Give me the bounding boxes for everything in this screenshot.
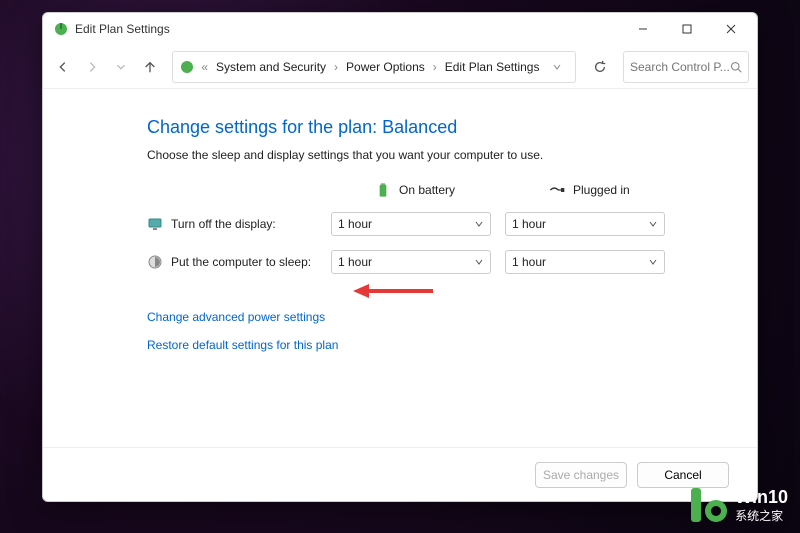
chevron-down-icon (474, 219, 484, 229)
dropdown-value: 1 hour (512, 217, 546, 231)
breadcrumb-item[interactable]: System and Security (212, 58, 330, 76)
plug-icon (549, 182, 565, 198)
chevron-right-icon: › (431, 60, 439, 74)
window-title: Edit Plan Settings (75, 22, 621, 36)
settings-grid: On battery Plugged in Turn off the displ… (147, 182, 737, 274)
breadcrumb-item[interactable]: Edit Plan Settings (441, 58, 544, 76)
search-box[interactable] (623, 51, 749, 83)
search-icon (730, 61, 742, 73)
sleep-plugged-dropdown[interactable]: 1 hour (505, 250, 665, 274)
page-heading: Change settings for the plan: Balanced (147, 117, 737, 138)
advanced-settings-link[interactable]: Change advanced power settings (147, 310, 737, 324)
chevron-down-icon (474, 257, 484, 267)
toolbar: « System and Security › Power Options › … (43, 45, 757, 89)
watermark: Win10 系统之家 (691, 487, 788, 523)
nav-forward-button[interactable] (80, 52, 105, 82)
close-button[interactable] (709, 15, 753, 43)
row-display-label: Turn off the display: (147, 216, 317, 232)
titlebar: Edit Plan Settings (43, 13, 757, 45)
breadcrumb-back-icon: « (199, 60, 210, 74)
row-sleep-label: Put the computer to sleep: (147, 254, 317, 270)
sleep-battery-dropdown[interactable]: 1 hour (331, 250, 491, 274)
maximize-button[interactable] (665, 15, 709, 43)
page-subtext: Choose the sleep and display settings th… (147, 148, 737, 162)
control-panel-window: Edit Plan Settings « System and Security… (42, 12, 758, 502)
footer: Save changes Cancel (43, 447, 757, 501)
battery-icon (375, 182, 391, 198)
row-label-text: Turn off the display: (171, 217, 276, 231)
content-area: Change settings for the plan: Balanced C… (43, 89, 757, 447)
row-label-text: Put the computer to sleep: (171, 255, 311, 269)
links-area: Change advanced power settings Restore d… (147, 310, 737, 352)
column-label: Plugged in (573, 183, 630, 197)
column-header-battery: On battery (331, 182, 491, 198)
address-bar[interactable]: « System and Security › Power Options › … (172, 51, 576, 83)
watermark-logo (691, 488, 727, 522)
cancel-button[interactable]: Cancel (637, 462, 729, 488)
dropdown-value: 1 hour (338, 255, 372, 269)
refresh-button[interactable] (586, 51, 612, 83)
app-icon (53, 21, 69, 37)
save-button[interactable]: Save changes (535, 462, 627, 488)
search-input[interactable] (630, 60, 730, 74)
chevron-right-icon: › (332, 60, 340, 74)
display-battery-dropdown[interactable]: 1 hour (331, 212, 491, 236)
annotation-arrow (353, 281, 433, 304)
breadcrumb-item[interactable]: Power Options (342, 58, 429, 76)
address-dropdown-button[interactable] (545, 52, 569, 82)
nav-up-button[interactable] (137, 52, 162, 82)
display-icon (147, 216, 163, 232)
sleep-icon (147, 254, 163, 270)
column-label: On battery (399, 183, 455, 197)
power-options-icon (179, 59, 195, 75)
dropdown-value: 1 hour (338, 217, 372, 231)
display-plugged-dropdown[interactable]: 1 hour (505, 212, 665, 236)
restore-defaults-link[interactable]: Restore default settings for this plan (147, 338, 737, 352)
watermark-text: Win10 系统之家 (735, 487, 788, 523)
chevron-down-icon (648, 219, 658, 229)
column-header-plugged: Plugged in (505, 182, 665, 198)
nav-recent-button[interactable] (109, 52, 134, 82)
chevron-down-icon (648, 257, 658, 267)
nav-back-button[interactable] (51, 52, 76, 82)
minimize-button[interactable] (621, 15, 665, 43)
dropdown-value: 1 hour (512, 255, 546, 269)
